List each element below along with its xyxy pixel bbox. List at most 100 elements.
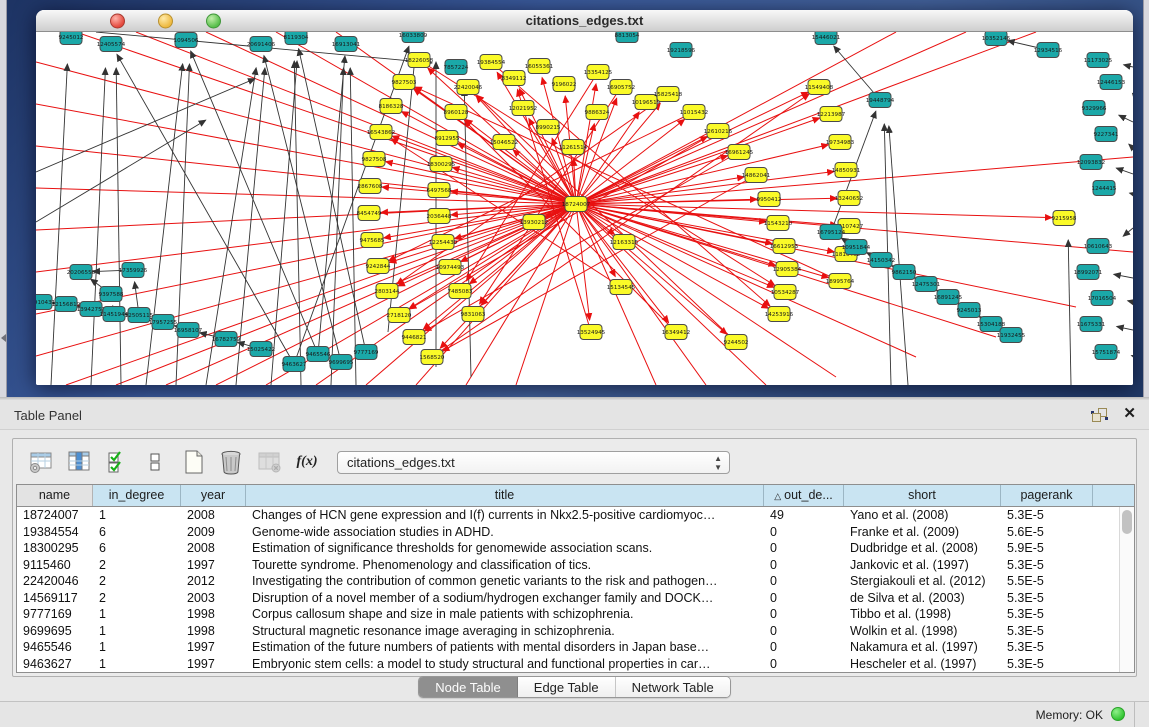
graph-node[interactable]: 8349112: [502, 71, 527, 86]
table-cell[interactable]: 0: [764, 524, 844, 541]
graph-node[interactable]: 16543862: [367, 125, 395, 140]
table-cell[interactable]: 19384554: [17, 524, 93, 541]
left-collapsed-panel-strip[interactable]: [0, 0, 7, 397]
collapse-arrow-icon[interactable]: [1, 334, 6, 342]
graph-node[interactable]: 12475301: [912, 277, 941, 292]
table-cell[interactable]: Tibbo et al. (1998): [844, 606, 1001, 623]
graph-node[interactable]: 10610643: [1084, 239, 1113, 254]
graph-node[interactable]: 15446021: [812, 32, 841, 45]
table-cell[interactable]: 1997: [181, 639, 246, 656]
graph-node[interactable]: 1568520: [420, 350, 445, 365]
graph-node[interactable]: 13930212: [520, 215, 548, 230]
graph-node[interactable]: 12905384: [773, 262, 802, 277]
graph-node[interactable]: 19218596: [667, 43, 696, 58]
table-cell[interactable]: 1997: [181, 557, 246, 574]
graph-node[interactable]: 14150342: [867, 253, 895, 268]
table-cell[interactable]: Corpus callosum shape and size in male p…: [246, 606, 764, 623]
table-cell[interactable]: de Silva et al. (2003): [844, 590, 1001, 607]
vertical-scrollbar[interactable]: [1119, 507, 1134, 672]
graph-node[interactable]: 9215958: [1052, 211, 1077, 226]
graph-node[interactable]: 14862041: [742, 168, 771, 183]
graph-node[interactable]: 16795124: [817, 225, 846, 240]
table-row[interactable]: 1830029562008Estimation of significance …: [17, 540, 1134, 557]
graph-node[interactable]: 14253916: [765, 307, 794, 322]
graph-node[interactable]: 16349412: [662, 325, 690, 340]
graph-node[interactable]: 16891245: [934, 290, 963, 305]
table-cell[interactable]: 0: [764, 639, 844, 656]
table-cell[interactable]: 0: [764, 573, 844, 590]
table-cell[interactable]: Investigating the contribution of common…: [246, 573, 764, 590]
graph-node[interactable]: 17359926: [119, 263, 148, 278]
tab-edge-table[interactable]: Edge Table: [518, 677, 616, 697]
graph-node[interactable]: 2803144: [375, 284, 400, 299]
graph-node[interactable]: 9475685: [360, 233, 385, 248]
graph-node[interactable]: 20691406: [247, 37, 276, 52]
graph-node[interactable]: 9862150: [892, 265, 917, 280]
table-cell[interactable]: Estimation of significance thresholds fo…: [246, 540, 764, 557]
graph-node[interactable]: 11543210: [764, 216, 793, 231]
graph-node[interactable]: 9831063: [461, 307, 486, 322]
right-collapsed-panel-strip[interactable]: [1143, 0, 1149, 397]
graph-node[interactable]: 16958107: [174, 323, 203, 338]
graph-node[interactable]: 9886324: [585, 105, 610, 120]
table-cell[interactable]: 9777169: [17, 606, 93, 623]
graph-node[interactable]: 10352146: [982, 32, 1011, 46]
graph-node[interactable]: 12254430: [429, 235, 458, 250]
table-cell[interactable]: Dudbridge et al. (2008): [844, 540, 1001, 557]
table-cell[interactable]: Jankovic et al. (1997): [844, 557, 1001, 574]
graph-node[interactable]: 12405574: [97, 37, 126, 52]
table-cell[interactable]: Stergiakouli et al. (2012): [844, 573, 1001, 590]
table-cell[interactable]: 49: [764, 507, 844, 524]
graph-node[interactable]: 12446153: [1097, 75, 1126, 90]
table-cell[interactable]: 1998: [181, 606, 246, 623]
table-row[interactable]: 946554611997Estimation of the future num…: [17, 639, 1134, 656]
table-cell[interactable]: 14569117: [17, 590, 93, 607]
table-cell[interactable]: 5.3E-5: [1001, 590, 1093, 607]
graph-node[interactable]: 11261514: [559, 140, 588, 155]
graph-node[interactable]: 9227341: [1094, 127, 1119, 142]
graph-node[interactable]: 2036448: [427, 209, 452, 224]
table-cell[interactable]: 22420046: [17, 573, 93, 590]
window-titlebar[interactable]: citations_edges.txt: [36, 10, 1133, 32]
table-cell[interactable]: 1: [93, 656, 181, 673]
column-header-year[interactable]: year: [181, 485, 246, 506]
graph-node[interactable]: 9244502: [724, 335, 749, 350]
graph-node[interactable]: 9446821: [402, 330, 427, 345]
table-selector-dropdown[interactable]: citations_edges.txt ▲▼: [337, 451, 730, 474]
graph-node[interactable]: 16055361: [525, 59, 554, 74]
table-cell[interactable]: Hescheler et al. (1997): [844, 656, 1001, 673]
table-cell[interactable]: 9463627: [17, 656, 93, 673]
table-cell[interactable]: 1: [93, 639, 181, 656]
table-cell[interactable]: Estimation of the future numbers of pati…: [246, 639, 764, 656]
graph-node[interactable]: 6497568: [427, 183, 452, 198]
table-cell[interactable]: 5.3E-5: [1001, 507, 1093, 524]
table-cell[interactable]: Wolkin et al. (1998): [844, 623, 1001, 640]
graph-node[interactable]: 9329966: [1082, 101, 1107, 116]
network-graph-canvas[interactable]: 1872400718226058982750381863281654386298…: [36, 32, 1133, 385]
graph-node[interactable]: 12021952: [509, 101, 537, 116]
table-cell[interactable]: 9465546: [17, 639, 93, 656]
memory-ok-indicator[interactable]: [1111, 707, 1125, 721]
graph-node[interactable]: 9245013: [957, 303, 982, 318]
graph-node[interactable]: 8119304: [284, 32, 309, 45]
graph-node[interactable]: 9699695: [329, 355, 354, 370]
table-cell[interactable]: Embryonic stem cells: a model to study s…: [246, 656, 764, 673]
table-cell[interactable]: 6: [93, 540, 181, 557]
new-table-icon[interactable]: [179, 448, 207, 476]
graph-node[interactable]: 8990215: [536, 120, 561, 135]
graph-node[interactable]: 11015432: [680, 105, 708, 120]
graph-node[interactable]: 19734983: [826, 135, 855, 150]
graph-node[interactable]: 9827508: [362, 152, 387, 167]
table-cell[interactable]: 2009: [181, 524, 246, 541]
graph-node[interactable]: 9950412: [757, 192, 782, 207]
table-row[interactable]: 1456911722003Disruption of a novel membe…: [17, 590, 1134, 607]
table-row[interactable]: 969969511998Structural magnetic resonanc…: [17, 623, 1134, 640]
graph-node[interactable]: 18995764: [826, 274, 855, 289]
column-header-name[interactable]: name: [17, 485, 93, 506]
graph-node[interactable]: 13524945: [577, 325, 606, 340]
graph-node[interactable]: 16782759: [212, 332, 241, 347]
graph-node[interactable]: 11173025: [1084, 53, 1113, 68]
graph-node[interactable]: 9397588: [99, 287, 124, 302]
close-panel-icon[interactable]: ✕: [1123, 406, 1136, 422]
float-panel-icon[interactable]: [1092, 408, 1107, 422]
